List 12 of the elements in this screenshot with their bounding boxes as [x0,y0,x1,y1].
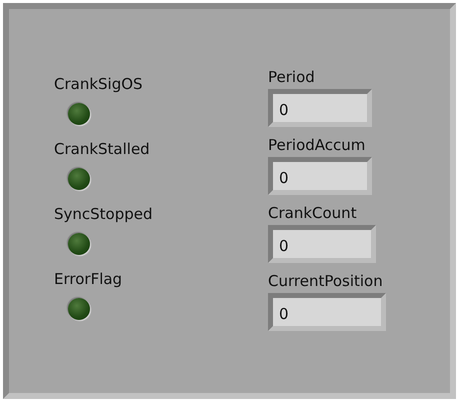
indicator-label: SyncStopped [54,204,153,224]
numeric-indicator: 0 [268,89,372,127]
numeric-indicator: 0 [268,293,386,331]
numeric-indicator: 0 [268,225,376,263]
numeric-indicator: 0 [268,157,372,195]
indicator-label: ErrorFlag [54,269,122,289]
indicator-label: CrankSigOS [54,74,143,94]
numeric-label: PeriodAccum [268,135,366,155]
numeric-label: CurrentPosition [268,271,383,291]
numeric-label: CrankCount [268,203,357,223]
numeric-label: Period [268,67,315,87]
indicator-label: CrankStalled [54,139,150,159]
